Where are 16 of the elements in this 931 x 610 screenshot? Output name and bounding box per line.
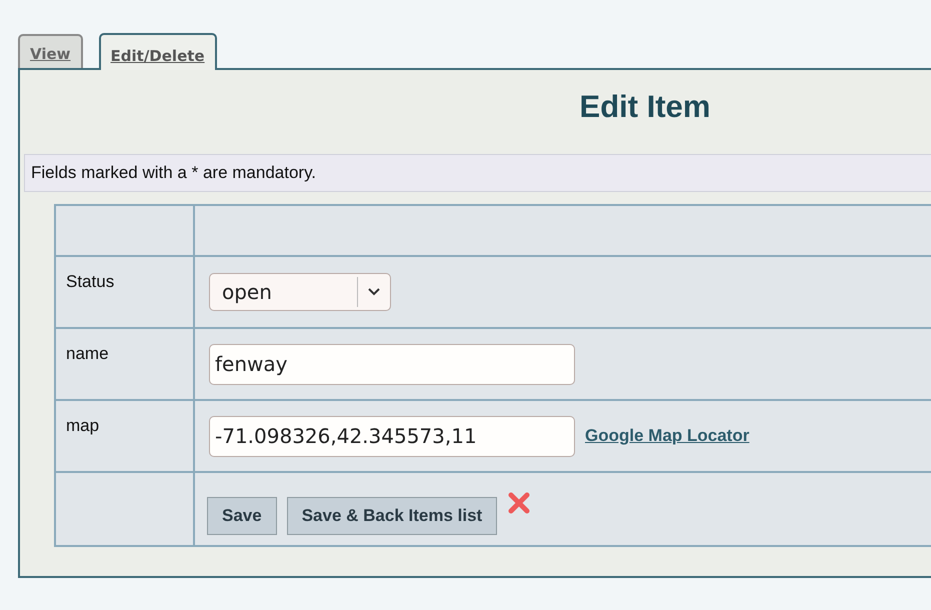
tab[interactable]: View	[18, 34, 83, 68]
text-field[interactable]: fenway	[209, 344, 575, 384]
page-title: Edit Item	[580, 88, 710, 126]
close-icon[interactable]	[507, 491, 532, 515]
field-label: Status	[66, 272, 114, 291]
tab[interactable]: Edit/Delete	[98, 33, 217, 70]
field-label: name	[66, 344, 109, 363]
map-locator-link[interactable]: Google Map Locator	[585, 423, 750, 449]
status-dropdown[interactable]: open	[209, 273, 391, 311]
text-field[interactable]: -71.098326,42.345573,11	[209, 416, 575, 456]
save-button[interactable]: Save & Back Items list	[286, 497, 498, 535]
field-label: map	[66, 416, 100, 435]
save-button[interactable]: Save	[207, 497, 277, 535]
chevron-down-icon	[367, 287, 381, 297]
notice-bar: Fields marked with a * are mandatory.	[24, 154, 931, 192]
dropdown-value: open	[221, 279, 273, 306]
